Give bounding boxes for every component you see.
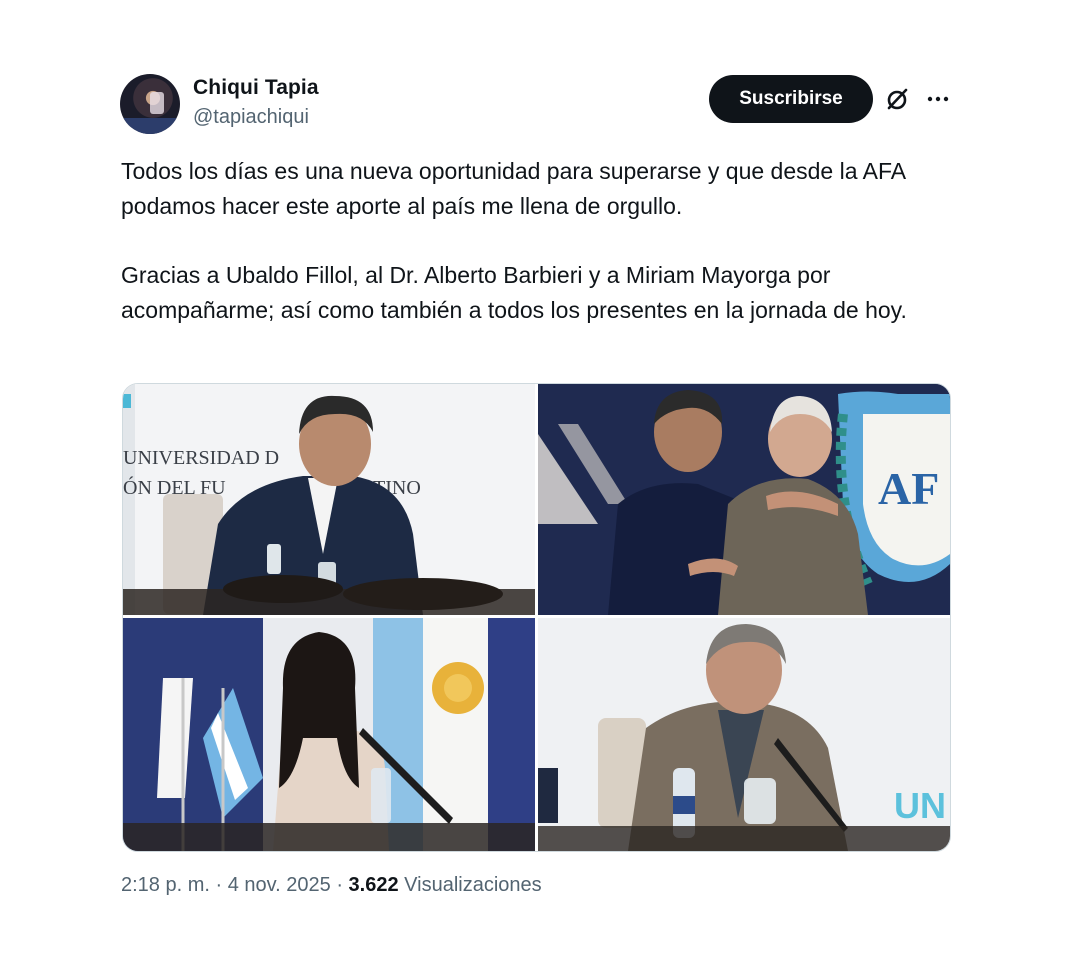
photo4-sign-text: UN [894, 785, 946, 826]
tweet-meta: 2:18 p. m. · 4 nov. 2025 · 3.622 Visuali… [121, 874, 542, 897]
photo1-sign-line1: UNIVERSIDAD D [123, 447, 279, 469]
photo-older-man-speaking[interactable]: UN [538, 618, 950, 851]
author-handle[interactable]: @tapiachiqui [193, 106, 309, 129]
tweet-time[interactable]: 2:18 p. m. [121, 874, 210, 896]
subscribe-button[interactable]: Suscribirse [709, 75, 873, 123]
tweet-paragraph-1: Todos los días es una nueva oportunidad … [121, 158, 905, 219]
avatar[interactable] [120, 74, 180, 134]
tweet-paragraph-2: Gracias a Ubaldo Fillol, al Dr. Alberto … [121, 262, 907, 323]
photo2-shield-text: AF [878, 463, 939, 514]
photo-speaker-desk[interactable]: UNIVERSIDAD D ÓN DEL FU TINO [123, 384, 535, 615]
author-name[interactable]: Chiqui Tapia [193, 76, 319, 100]
tweet-date[interactable]: 4 nov. 2025 [228, 874, 331, 896]
media-grid: UNIVERSIDAD D ÓN DEL FU TINO AF UN [122, 383, 951, 852]
tweet-text: Todos los días es una nueva oportunidad … [121, 154, 961, 328]
views-label: Visualizaciones [398, 874, 542, 896]
more-dots-icon[interactable] [925, 88, 951, 110]
views-count: 3.622 [348, 874, 399, 896]
tweet-card: Chiqui Tapia @tapiachiqui Suscribirse To… [0, 0, 1080, 976]
meta-separator: · [209, 874, 228, 896]
photo-embrace-afa[interactable]: AF [538, 384, 950, 615]
grok-icon[interactable] [884, 86, 910, 112]
meta-separator: · [330, 874, 349, 896]
photo-woman-flags[interactable] [123, 618, 535, 851]
